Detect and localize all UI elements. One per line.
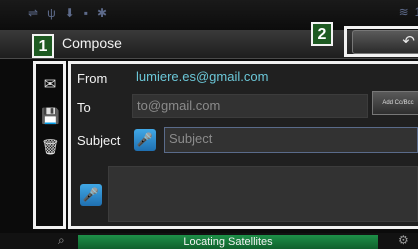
add-cc-bcc-button[interactable]: Add Cc/Bcc: [372, 91, 418, 115]
download-icon: ⬇: [64, 6, 75, 20]
usb-icon: ψ: [47, 6, 56, 20]
subject-label: Subject: [77, 133, 121, 148]
clock: 10: [414, 5, 418, 19]
wifi-icon: ≋: [398, 5, 409, 19]
navigation-status: Locating Satellites: [78, 235, 378, 249]
notification-icons: ⇌ ψ ⬇ ▪ ✱: [28, 6, 107, 20]
from-field[interactable]: lumiere.es@gmail.com: [132, 66, 418, 90]
microphone-icon[interactable]: 🎤: [134, 129, 156, 151]
highlight-frame-back: [344, 26, 418, 57]
callout-1: 1: [32, 34, 54, 58]
to-label: To: [77, 100, 91, 115]
gear-icon: ✱: [96, 6, 108, 20]
highlight-frame-sidebar: [33, 61, 66, 229]
subject-field[interactable]: Subject: [164, 127, 418, 153]
storage-icon: ▪: [83, 6, 88, 20]
from-label: From: [77, 71, 108, 86]
message-body-field[interactable]: [108, 166, 418, 222]
search-icon[interactable]: ⌕: [58, 233, 65, 248]
signal-icon: ⇌: [28, 6, 39, 20]
callout-2: 2: [311, 22, 333, 46]
body-microphone-icon[interactable]: 🎤: [80, 184, 102, 206]
settings-gear-icon[interactable]: ⚙: [398, 233, 409, 247]
system-status: ≋ 10: [399, 5, 418, 19]
to-field[interactable]: to@gmail.com: [132, 94, 368, 118]
page-title: Compose: [62, 35, 122, 51]
